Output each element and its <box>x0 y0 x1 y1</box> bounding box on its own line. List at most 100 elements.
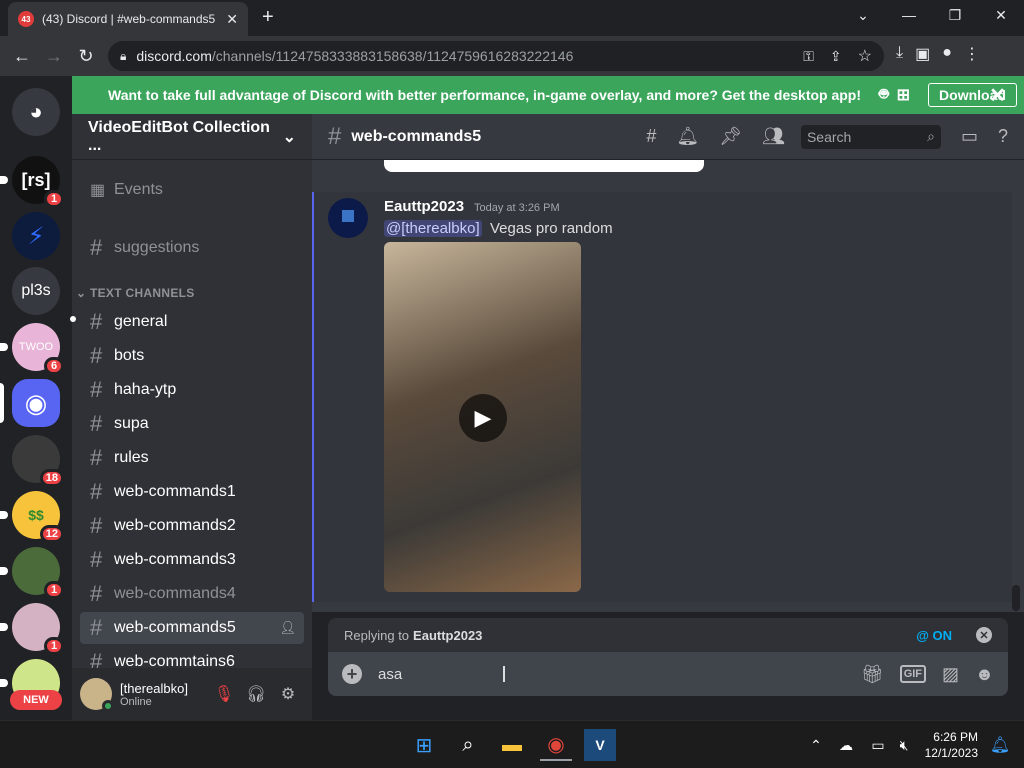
events-item[interactable]: ▦ Events <box>80 174 304 206</box>
back-icon[interactable]: ← <box>6 46 38 67</box>
help-icon[interactable]: ? <box>998 126 1008 147</box>
volume-muted-icon[interactable]: 🔇︎ <box>888 729 920 761</box>
tab-title: (43) Discord | #web-commands5 <box>42 12 216 26</box>
mention-toggle[interactable]: @ ON <box>916 628 952 643</box>
message-author[interactable]: Eauttp2023 <box>384 198 464 215</box>
sticker-icon[interactable]: ▨ <box>942 664 959 685</box>
server-icon-pl3s[interactable]: pl3s <box>12 267 60 315</box>
server-icon-twoo[interactable]: TWOO 6 <box>0 323 64 375</box>
pin-icon[interactable]: 📌︎ <box>719 126 742 147</box>
server-icon-person[interactable]: 18 <box>12 435 64 487</box>
unread-pill <box>0 679 8 687</box>
clock[interactable]: 6:26 PM 12/1/2023 <box>925 729 978 761</box>
server-list: ◕ [rs]1 ⚡︎ pl3s TWOO6 ◉ 18 $$12 1 1 1 NE… <box>0 76 72 720</box>
user-mention[interactable]: @[therealbko] <box>384 220 482 237</box>
headphones-icon[interactable]: 🎧︎ <box>240 684 272 704</box>
windows-start-icon[interactable]: ⊞ <box>408 729 440 761</box>
hash-icon: # <box>90 547 103 572</box>
windows-taskbar: ⊞ ⌕ ▬ ◉ V ⌃ ☁ ▭ 🔇︎ 6:26 PM 12/1/2023 🔔︎ <box>0 720 1024 768</box>
play-icon[interactable]: ▶ <box>459 394 507 442</box>
channel-supa[interactable]: # supa <box>80 408 304 440</box>
server-icon-videoeditbot[interactable]: ◉ <box>0 379 60 427</box>
notification-bell-icon[interactable]: 🔔︎ <box>984 729 1016 761</box>
threads-hash-icon: # <box>90 377 103 402</box>
gif-icon[interactable]: GIF <box>899 665 927 683</box>
browser-tab[interactable]: 43 (43) Discord | #web-commands5 ✕ <box>8 2 248 36</box>
server-header[interactable]: VideoEditBot Collection ... ⌄ <box>72 114 312 160</box>
chevron-up-icon[interactable]: ⌃ <box>800 729 832 761</box>
restore-icon[interactable]: ❐ <box>932 0 978 30</box>
emoji-icon[interactable]: ☻ <box>975 664 994 685</box>
add-member-icon[interactable]: 👤︎ <box>279 620 296 636</box>
server-icon-rs[interactable]: [rs] 1 <box>0 156 64 208</box>
channel-web-commands3[interactable]: # web-commands3 <box>80 544 304 576</box>
channel-suggestions[interactable]: # suggestions <box>80 232 304 264</box>
members-icon[interactable]: 👥︎ <box>762 126 785 147</box>
reload-icon[interactable]: ↻ <box>70 46 102 67</box>
share-icon[interactable]: ⇪ <box>830 48 842 65</box>
close-banner-icon[interactable]: ✕ <box>989 83 1006 108</box>
channel-haha-ytp[interactable]: # haha-ytp <box>80 374 304 406</box>
server-icon-green[interactable]: 1 <box>0 547 64 599</box>
close-tab-icon[interactable]: ✕ <box>226 11 238 28</box>
server-icon-money[interactable]: $$ 12 <box>0 491 64 543</box>
author-avatar[interactable] <box>328 198 368 238</box>
server-icon-pink[interactable]: 1 <box>0 603 64 655</box>
vegas-icon[interactable]: V <box>584 729 616 761</box>
file-explorer-icon[interactable]: ▬ <box>496 729 528 761</box>
close-reply-icon[interactable]: ✕ <box>976 627 992 643</box>
mute-mic-icon[interactable]: 🎙︎ <box>208 684 240 704</box>
channel-rules[interactable]: # rules <box>80 442 304 474</box>
profile-icon[interactable]: ● <box>942 44 952 64</box>
hash-icon: # <box>90 581 103 606</box>
key-icon[interactable]: ⚿ <box>803 48 814 65</box>
download-icon[interactable]: ⤓ <box>896 44 903 64</box>
hash-icon: # <box>90 411 103 436</box>
menu-kebab-icon[interactable]: ⋮ <box>964 44 980 64</box>
address-bar[interactable]: 🔒︎ discord.com/channels/1124758333883158… <box>108 41 884 71</box>
bell-icon[interactable]: 🔔︎ <box>676 126 699 147</box>
hash-icon: # <box>90 309 103 334</box>
search-icon[interactable]: ⌕ <box>452 729 484 761</box>
hash-icon: # <box>90 343 103 368</box>
mention-badge: 6 <box>44 357 64 375</box>
unread-pill <box>0 343 8 351</box>
close-window-icon[interactable]: ✕ <box>978 0 1024 30</box>
channel-web-commands4[interactable]: # web-commands4 <box>80 578 304 610</box>
minimize-icon[interactable]: — <box>886 0 932 30</box>
search-input[interactable]: Search ⌕ <box>800 124 941 149</box>
unread-pill <box>0 511 8 519</box>
new-badge: NEW <box>10 690 62 710</box>
clock-time: 6:26 PM <box>933 730 978 744</box>
previous-attachment[interactable] <box>384 160 704 172</box>
message-input[interactable]: asa <box>378 666 845 683</box>
attach-plus-icon[interactable]: + <box>342 664 362 684</box>
category-text-channels[interactable]: ⌄ TEXT CHANNELS <box>76 286 195 300</box>
new-tab-icon[interactable]: + <box>262 6 274 29</box>
avatar[interactable] <box>80 678 114 712</box>
user-panel: [therealbko] Online 🎙︎ 🎧︎ ⚙ <box>72 668 312 720</box>
channel-bots[interactable]: # bots <box>80 340 304 372</box>
server-icon-bolt[interactable]: ⚡︎ <box>12 212 60 260</box>
gift-icon[interactable]: 🎁︎ <box>861 664 884 685</box>
channel-web-commands1[interactable]: # web-commands1 <box>80 476 304 508</box>
tab-search-icon[interactable]: ⌄ <box>840 0 886 30</box>
discord-home-icon[interactable]: ◕ <box>12 88 60 136</box>
chrome-icon[interactable]: ◉ <box>540 729 572 761</box>
scrollbar[interactable] <box>1012 585 1020 611</box>
mention-badge: 18 <box>39 469 64 487</box>
server-name: VideoEditBot Collection ... <box>88 118 270 154</box>
channel-general[interactable]: # general <box>80 306 304 338</box>
hash-icon: # <box>90 615 103 640</box>
channel-web-commands5[interactable]: # web-commands5 👤︎ <box>80 612 304 644</box>
sidepanel-icon[interactable]: ▣ <box>915 44 930 64</box>
forward-icon[interactable]: → <box>38 46 70 67</box>
bookmark-star-icon[interactable]: ☆ <box>858 46 872 66</box>
onedrive-icon[interactable]: ☁ <box>830 729 862 761</box>
channel-web-commands2[interactable]: # web-commands2 <box>80 510 304 542</box>
inbox-icon[interactable]: ▭ <box>961 126 978 147</box>
hash-icon: # <box>90 513 103 538</box>
threads-icon[interactable]: # <box>646 126 656 147</box>
unread-pill <box>0 623 8 631</box>
settings-gear-icon[interactable]: ⚙ <box>272 684 304 704</box>
